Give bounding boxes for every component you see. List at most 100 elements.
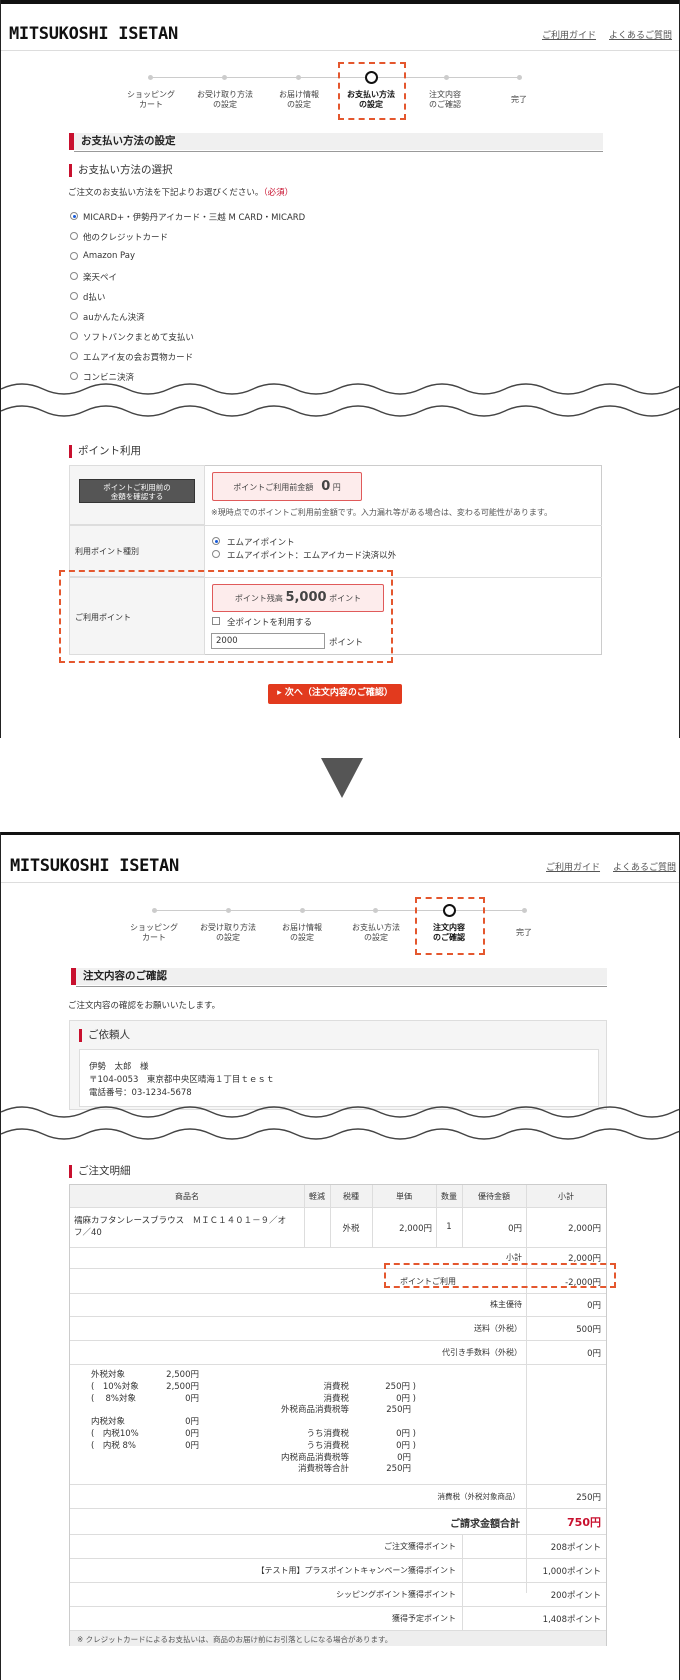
grand-total-label: ご請求金額合計 xyxy=(450,1519,520,1530)
item-name: 襦麻カフタンレースブラウス ＭＩＣ１４０１－９／オ フ／40 xyxy=(74,1216,287,1238)
summary-value-shipping: 500円 xyxy=(576,1325,601,1335)
col-divider xyxy=(304,1185,305,1247)
row-divider xyxy=(70,1606,606,1607)
step-complete: 完了 xyxy=(511,95,527,104)
summary-label-shareholder: 株主優待 xyxy=(490,1300,522,1309)
next-button[interactable]: ▸ 次へ（注文内容のご確認） xyxy=(268,684,402,704)
requester-title: ご依頼人 xyxy=(79,1029,130,1042)
credit-footnote: ※ クレジットカードによるお支払いは、商品のお届け前にお引落としになる場合があり… xyxy=(77,1635,393,1644)
row-divider xyxy=(70,1558,606,1559)
payment-option-label: ソフトバンクまとめて支払い xyxy=(83,333,194,343)
payment-radio-au[interactable] xyxy=(70,312,78,320)
highlight-point-usage xyxy=(384,1263,616,1288)
row-divider xyxy=(70,1534,606,1535)
row-divider xyxy=(70,1582,606,1583)
payment-select-title: お支払い方法の選択 xyxy=(69,164,173,177)
step-payment: お支払い方法 の設定 xyxy=(352,923,400,942)
summary-label-shipping: 送料（外税） xyxy=(474,1324,522,1333)
step-cart: ショッピング カート xyxy=(130,923,178,942)
payment-radio-amazon[interactable] xyxy=(70,252,78,260)
step-receive: お受け取り方法 の設定 xyxy=(197,90,253,109)
tax-breakdown: 外税対象 2,500円 ( 10%対象 2,500円 消費税 250円 ) ( 8%対象… xyxy=(91,1370,416,1475)
col-divider xyxy=(436,1185,437,1247)
payment-radio-credit[interactable] xyxy=(70,232,78,240)
col-header-reduced: 軽減 xyxy=(309,1192,325,1201)
check-pre-amount-button[interactable]: ポイントご利用前の 金額を確認する xyxy=(79,479,195,503)
item-tax-type: 外税 xyxy=(342,1224,360,1234)
payment-radio-dpay[interactable] xyxy=(70,292,78,300)
row-divider xyxy=(70,1293,606,1294)
point-row-label: 【テスト用】プラスポイントキャンペーン獲得ポイント xyxy=(256,1566,456,1575)
page-break-wave xyxy=(1,1106,679,1140)
step-receive: お受け取り方法 の設定 xyxy=(200,923,256,942)
col-divider xyxy=(462,1185,463,1247)
item-qty: 1 xyxy=(446,1222,452,1232)
step-complete: 完了 xyxy=(516,928,532,937)
step-delivery: お届け情報 の設定 xyxy=(279,90,319,109)
summary-label-subtotal: 小計 xyxy=(506,1253,522,1262)
requester-name: 伊勢 太郎 様 xyxy=(89,1062,149,1072)
payment-radio-rakuten[interactable] xyxy=(70,272,78,280)
row-divider xyxy=(70,1484,606,1485)
point-row-value: 200ポイント xyxy=(550,1591,601,1601)
payment-radio-tomonokai[interactable] xyxy=(70,352,78,360)
guide-link[interactable]: ご利用ガイド xyxy=(542,28,596,41)
confirm-screen: MITSUKOSHI ISETAN ご利用ガイド よくあるご質問 ショッピングカ… xyxy=(0,832,680,1680)
col-divider xyxy=(372,1185,373,1247)
summary-value-shareholder: 0円 xyxy=(587,1301,601,1311)
point-type-option: エムアイポイント xyxy=(227,538,295,548)
point-type-label: 利用ポイント種別 xyxy=(75,547,139,556)
step-dot xyxy=(522,908,527,913)
pre-amount-note: ※現時点でのポイントご利用前金額です。入力漏れ等がある場合は、変わる可能性があり… xyxy=(211,508,553,517)
point-row-value: 1,000ポイント xyxy=(542,1567,601,1577)
step-dot xyxy=(226,908,231,913)
item-discount: 0円 xyxy=(508,1224,522,1234)
requester-address: 〒104-0053 東京都中央区晴海１丁目ｔｅｓｔ xyxy=(89,1075,275,1085)
row-divider xyxy=(70,1508,606,1509)
col-divider xyxy=(330,1185,331,1247)
row-divider xyxy=(70,1364,606,1365)
payment-option-label: エムアイ友の会お買物カード xyxy=(83,353,194,363)
order-detail-title: ご注文明細 xyxy=(69,1165,131,1178)
tax-total-value: 250円 xyxy=(576,1493,601,1503)
highlight-current-step xyxy=(338,62,406,120)
highlight-current-step xyxy=(415,897,485,955)
top-border xyxy=(1,0,679,4)
tax-total-label: 消費税（外税対象商品） xyxy=(437,1492,521,1501)
col-header-name: 商品名 xyxy=(175,1192,199,1201)
payment-radio-micard[interactable] xyxy=(70,212,78,220)
point-row-value: 1,408ポイント xyxy=(542,1615,601,1625)
guide-link[interactable]: ご利用ガイド xyxy=(546,860,600,873)
summary-value-cod: 0円 xyxy=(587,1349,601,1359)
payment-radio-softbank[interactable] xyxy=(70,332,78,340)
payment-screen: MITSUKOSHI ISETAN ご利用ガイド よくあるご質問 ショッピングカ… xyxy=(0,0,680,738)
logo: MITSUKOSHI ISETAN xyxy=(9,24,178,44)
flow-arrow-icon xyxy=(321,758,363,798)
points-title: ポイント利用 xyxy=(69,445,141,458)
payment-option-label: 他のクレジットカード xyxy=(83,233,169,243)
top-border xyxy=(1,832,679,835)
section-title-payment: お支払い方法の設定 xyxy=(69,133,603,152)
step-line xyxy=(151,77,521,78)
point-row-value: 208ポイント xyxy=(550,1543,601,1553)
step-dot xyxy=(148,75,153,80)
faq-link[interactable]: よくあるご質問 xyxy=(609,28,672,41)
col-header-price: 単価 xyxy=(396,1192,412,1201)
row-divider xyxy=(70,1316,606,1317)
page-break-wave xyxy=(1,383,679,417)
step-delivery: お届け情報 の設定 xyxy=(282,923,322,942)
payment-option-label: auかんたん決済 xyxy=(83,313,145,323)
col-header-taxtype: 税種 xyxy=(343,1192,359,1201)
step-confirm: 注文内容 のご確認 xyxy=(429,90,461,109)
summary-label-cod: 代引き手数料（外税） xyxy=(442,1348,522,1357)
grand-total-value: 750円 xyxy=(567,1516,601,1529)
item-unit-price: 2,000円 xyxy=(399,1224,432,1234)
point-type-radio-mi[interactable] xyxy=(212,537,220,545)
row-divider xyxy=(70,1207,606,1208)
faq-link[interactable]: よくあるご質問 xyxy=(613,860,676,873)
step-cart: ショッピング カート xyxy=(127,90,175,109)
point-type-radio-other[interactable] xyxy=(212,550,220,558)
col-header-qty: 数量 xyxy=(441,1192,457,1201)
logo: MITSUKOSHI ISETAN xyxy=(10,856,179,876)
payment-instruction: ご注文のお支払い方法を下記よりお選びください。（必須） xyxy=(68,188,294,198)
